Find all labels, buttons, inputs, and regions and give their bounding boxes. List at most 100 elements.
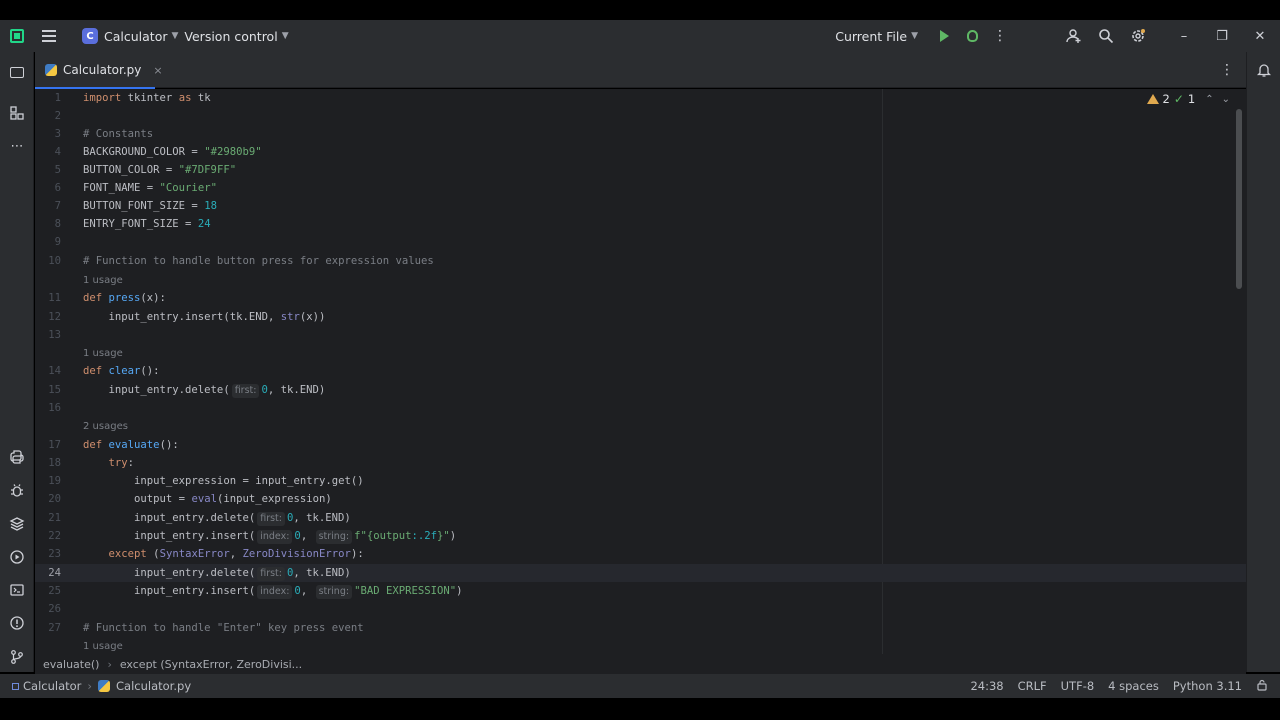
code-number: 18	[204, 200, 217, 212]
code-comment: # Constants	[83, 128, 154, 140]
breadcrumb-block[interactable]: except (SyntaxError, ZeroDivisi...	[120, 658, 302, 671]
code-token: input_entry.insert(tk.END,	[83, 311, 281, 323]
code-token: )	[456, 585, 463, 597]
run-tool-icon[interactable]	[9, 549, 25, 565]
notifications-bell-icon[interactable]	[1256, 62, 1272, 78]
code-token: ():	[159, 439, 179, 451]
layers-icon[interactable]	[9, 516, 25, 532]
code-line: 8 ENTRY_FONT_SIZE = 24	[35, 215, 1246, 233]
line-number: 14	[48, 365, 61, 377]
line-number: 19	[48, 475, 61, 487]
breadcrumb-function[interactable]: evaluate()	[43, 658, 99, 671]
code-string: "#2980b9"	[204, 146, 262, 158]
line-separator[interactable]: CRLF	[1018, 679, 1047, 693]
project-folder-icon[interactable]	[9, 64, 25, 80]
code-keyword: def	[83, 365, 103, 377]
project-name[interactable]: Calculator	[104, 29, 167, 44]
chevron-down-icon[interactable]: ▼	[911, 31, 918, 41]
code-line: 11 def press(x):	[35, 289, 1246, 307]
code-token: import	[83, 92, 122, 104]
tab-calculator-py[interactable]: Calculator.py ×	[35, 52, 173, 89]
code-line: 18 try:	[35, 454, 1246, 472]
code-comment: # Function to handle "Enter" key press e…	[83, 622, 364, 634]
code-line: 23 except (SyntaxError, ZeroDivisionErro…	[35, 545, 1246, 563]
usage-hint[interactable]: 2 usages	[83, 418, 128, 436]
caret-position[interactable]: 24:38	[970, 679, 1003, 693]
line-number: 17	[48, 439, 61, 451]
structure-icon[interactable]	[9, 105, 25, 121]
run-icon	[939, 30, 949, 42]
python-file-icon	[45, 64, 57, 76]
minimize-icon[interactable]: –	[1174, 26, 1194, 46]
code-token: ENTRY_FONT_SIZE =	[83, 218, 198, 230]
right-tool-window-bar	[1246, 52, 1280, 672]
settings-gear-icon[interactable]	[1128, 26, 1148, 46]
ide-logo-icon	[10, 29, 24, 43]
code-builtin: ZeroDivisionError	[242, 548, 351, 560]
code-line: 19 input_expression = input_entry.get()	[35, 472, 1246, 490]
more-tools-icon[interactable]: ⋯	[9, 138, 25, 154]
line-number: 15	[48, 384, 61, 396]
add-user-icon[interactable]	[1064, 26, 1084, 46]
debug-icon	[966, 30, 978, 42]
code-line: 26	[35, 600, 1246, 618]
code-function: evaluate	[108, 439, 160, 451]
code-line: 5 BUTTON_COLOR = "#7DF9FF"	[35, 161, 1246, 179]
usage-hint[interactable]: 1 usage	[83, 272, 123, 290]
more-actions-icon[interactable]: ⋮	[990, 26, 1010, 46]
restore-icon[interactable]: ❐	[1212, 26, 1232, 46]
search-icon[interactable]	[1096, 26, 1116, 46]
code-token: , tk.END)	[293, 567, 351, 579]
git-branch-icon[interactable]	[9, 649, 25, 665]
main-menu-icon[interactable]	[42, 30, 56, 42]
status-file[interactable]: Calculator.py	[116, 679, 191, 693]
usage-hint[interactable]: 1 usage	[83, 638, 123, 654]
tab-close-icon[interactable]: ×	[153, 64, 162, 77]
version-control-menu[interactable]: Version control	[184, 29, 277, 44]
debug-tool-icon[interactable]	[9, 483, 25, 499]
editor-tab-bar: Calculator.py × ⋮	[35, 52, 1246, 89]
status-project[interactable]: Calculator	[23, 679, 81, 693]
code-token: ():	[140, 365, 160, 377]
letterbox-bottom	[0, 698, 1280, 720]
chevron-down-icon[interactable]: ▼	[282, 31, 289, 41]
code-string: }"	[436, 530, 450, 542]
code-token: FONT_NAME =	[83, 182, 160, 194]
tab-label: Calculator.py	[63, 63, 142, 77]
parameter-hint: string:	[315, 585, 353, 599]
code-token: )	[449, 530, 457, 542]
python-console-icon[interactable]	[9, 449, 25, 465]
code-line: 16	[35, 399, 1246, 417]
code-line: 20 output = eval(input_expression)	[35, 490, 1246, 508]
code-line: 27 # Function to handle "Enter" key pres…	[35, 619, 1246, 637]
code-builtin: str	[280, 311, 300, 323]
terminal-icon[interactable]	[9, 582, 25, 598]
code-editor[interactable]: 2 ✓ 1 ⌃ ⌄ 1 import tkinter as tk 2 3 # C…	[35, 89, 1246, 654]
indent-setting[interactable]: 4 spaces	[1108, 679, 1159, 693]
lock-icon[interactable]	[1256, 679, 1268, 694]
line-number: 5	[54, 164, 61, 176]
line-number: 24	[48, 567, 61, 579]
code-string: f"{output	[354, 530, 412, 542]
line-number: 21	[48, 512, 61, 524]
close-icon[interactable]: ✕	[1250, 26, 1270, 46]
usage-hint[interactable]: 1 usage	[83, 345, 123, 363]
project-icon	[12, 682, 19, 690]
interpreter-selector[interactable]: Python 3.11	[1173, 679, 1242, 693]
line-number: 23	[48, 548, 61, 560]
status-separator: ›	[87, 679, 93, 693]
file-encoding[interactable]: UTF-8	[1061, 679, 1095, 693]
code-token: ,	[229, 548, 243, 560]
tab-more-icon[interactable]: ⋮	[1220, 62, 1234, 78]
project-badge[interactable]: C	[82, 28, 98, 44]
run-config-selector[interactable]: Current File	[835, 29, 907, 44]
run-button[interactable]	[934, 26, 954, 46]
chevron-down-icon[interactable]: ▼	[171, 31, 178, 41]
breadcrumb-separator: ›	[107, 657, 112, 671]
code-token: BUTTON_COLOR =	[83, 164, 179, 176]
code-line: 13	[35, 326, 1246, 344]
line-number: 4	[54, 146, 61, 158]
debug-button[interactable]	[962, 26, 982, 46]
problems-icon[interactable]	[9, 615, 25, 631]
